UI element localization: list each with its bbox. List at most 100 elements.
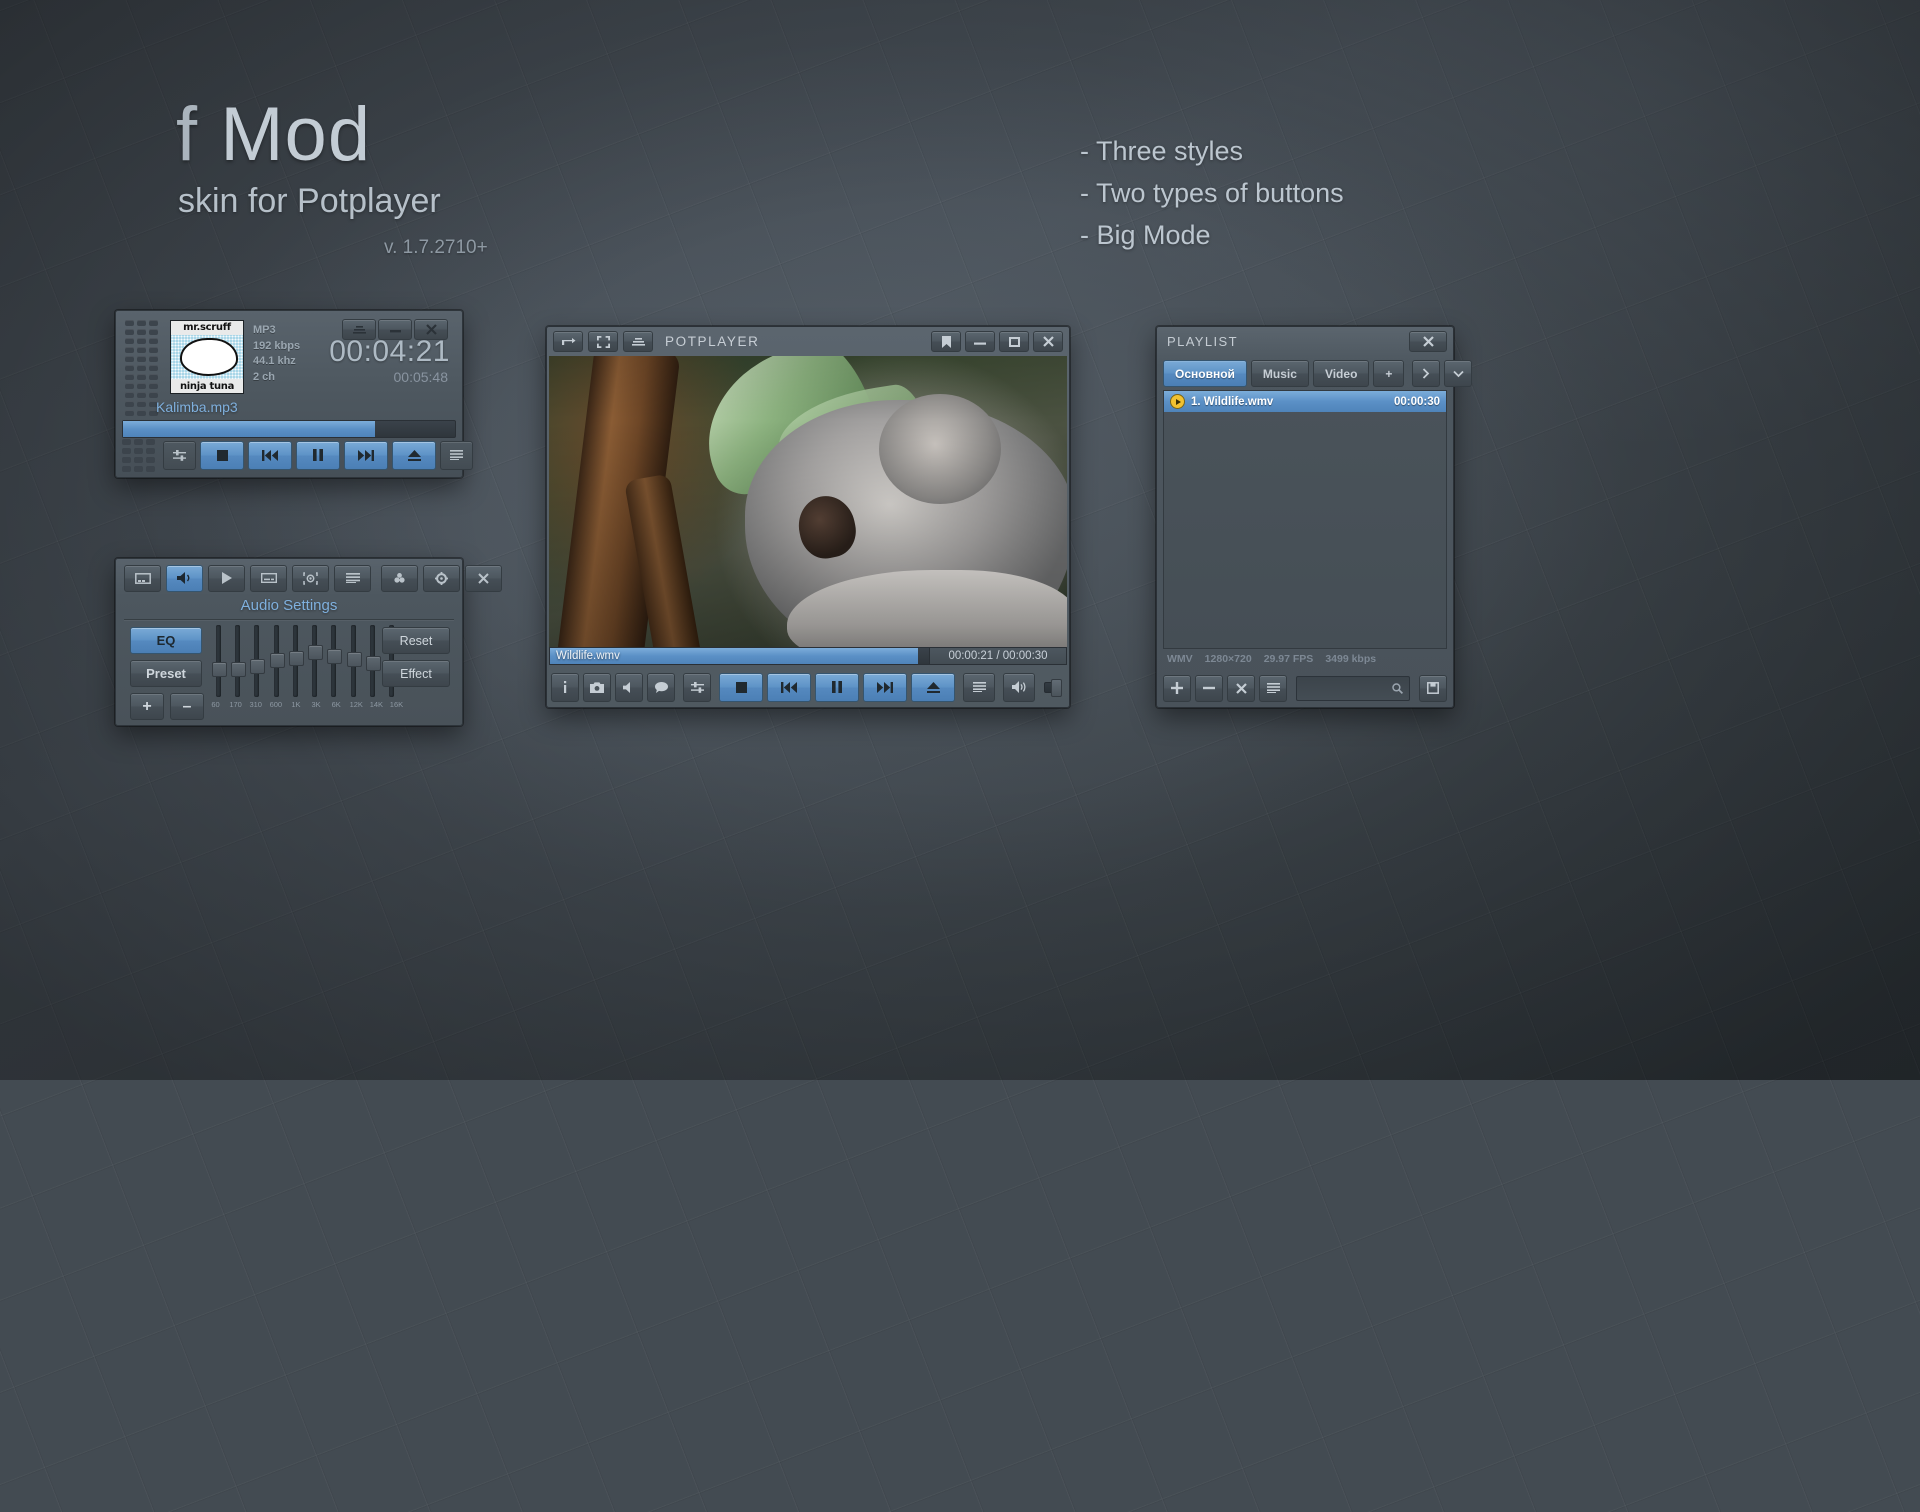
fullscreen-button[interactable] — [588, 331, 618, 352]
repeat-button[interactable] — [553, 331, 583, 352]
playlist-close-button[interactable] — [1409, 331, 1447, 352]
main-minimize-button[interactable] — [965, 331, 995, 352]
reset-button[interactable]: Reset — [382, 627, 450, 654]
audio-progress-bar[interactable] — [122, 420, 456, 438]
eq-slider-6K[interactable] — [327, 625, 340, 697]
minimize-icon — [974, 337, 986, 346]
main-playlist-button[interactable] — [623, 331, 653, 352]
playlist-tab-video[interactable]: Video — [1313, 360, 1369, 387]
eq-slider-1K[interactable] — [289, 625, 302, 697]
main-maximize-button[interactable] — [999, 331, 1029, 352]
color-settings-button[interactable] — [292, 565, 329, 592]
media-bitrate: 3499 kbps — [1325, 653, 1376, 665]
main-eject-button[interactable] — [911, 673, 955, 702]
playlist-add-button[interactable] — [1163, 675, 1191, 702]
close-icon — [1043, 336, 1054, 347]
stop-button[interactable] — [200, 441, 244, 470]
eq-slider-knob[interactable] — [347, 652, 362, 667]
info-button[interactable] — [551, 673, 579, 702]
playlist-search-input[interactable] — [1296, 676, 1410, 701]
playlist-save-button[interactable] — [1419, 675, 1447, 702]
album-art-album: ninja tuna — [171, 381, 243, 392]
playlist-options-button[interactable] — [1259, 675, 1287, 702]
eq-slider-knob[interactable] — [250, 659, 265, 674]
minimize-icon — [389, 325, 402, 334]
subtitle-settings-button[interactable] — [250, 565, 287, 592]
save-icon — [1427, 682, 1439, 694]
eq-slider-knob[interactable] — [308, 645, 323, 660]
playlist-remove-button[interactable] — [1195, 675, 1223, 702]
playlist-items[interactable]: 1. Wildlife.wmv 00:00:30 — [1163, 390, 1447, 649]
window-buttons — [931, 331, 1063, 352]
eq-slider-knob[interactable] — [270, 653, 285, 668]
eject-button[interactable] — [392, 441, 436, 470]
eq-slider-knob[interactable] — [289, 651, 304, 666]
eq-slider-knob[interactable] — [366, 656, 381, 671]
effect-button[interactable]: Effect — [382, 660, 450, 687]
eq-slider-knob[interactable] — [212, 662, 227, 677]
eq-increase-button[interactable]: + — [130, 693, 164, 720]
audio-track-button[interactable] — [615, 673, 643, 702]
snapshot-button[interactable] — [583, 673, 611, 702]
eq-slider-60[interactable] — [212, 625, 225, 697]
snapshot-icon — [590, 682, 604, 693]
playlist-menu-button[interactable] — [1444, 360, 1472, 387]
list-item[interactable]: 1. Wildlife.wmv 00:00:30 — [1164, 391, 1446, 412]
video-surface[interactable] — [549, 356, 1067, 647]
main-equalizer-button[interactable] — [683, 673, 711, 702]
playlist-tab-add[interactable]: + — [1373, 360, 1404, 387]
playback-settings-button[interactable] — [208, 565, 245, 592]
elapsed-time: 00:04:21 — [329, 335, 450, 369]
main-previous-button[interactable] — [767, 673, 811, 702]
eq-toggle-button[interactable]: EQ — [130, 627, 202, 654]
now-playing-icon — [1170, 394, 1185, 409]
eq-band-label: 1K — [286, 700, 305, 709]
audio-settings-window[interactable]: Audio Settings EQ Preset + – 60170310600… — [115, 558, 463, 726]
settings-close-button[interactable] — [465, 565, 502, 592]
eq-decrease-button[interactable]: – — [170, 693, 204, 720]
eq-slider-12K[interactable] — [347, 625, 360, 697]
playlist-window[interactable]: PLAYLIST Основной Music Video + 1. Wildl… — [1156, 326, 1454, 708]
bookmark-button[interactable] — [931, 331, 961, 352]
audio-player-window[interactable]: mr.scruff ninja tuna MP3 192 kbps 44.1 k… — [115, 310, 463, 478]
eject-icon — [408, 450, 421, 461]
video-settings-button[interactable] — [124, 565, 161, 592]
eq-slider-170[interactable] — [231, 625, 244, 697]
comment-button[interactable] — [647, 673, 675, 702]
clear-icon — [1236, 683, 1247, 694]
main-pause-button[interactable] — [815, 673, 859, 702]
playlist-tab-main[interactable]: Основной — [1163, 360, 1247, 387]
playlist-toolbar — [1163, 675, 1447, 701]
audio-settings-button[interactable] — [166, 565, 203, 592]
next-button[interactable] — [344, 441, 388, 470]
eq-slider-600[interactable] — [270, 625, 283, 697]
playlist-clear-button[interactable] — [1227, 675, 1255, 702]
main-progress-bar[interactable]: Wildlife.wmv — [549, 647, 930, 665]
volume-slider[interactable] — [1044, 682, 1062, 693]
playlist-tab-music[interactable]: Music — [1251, 360, 1309, 387]
main-stop-button[interactable] — [719, 673, 763, 702]
main-list-button[interactable] — [963, 673, 995, 702]
pause-button[interactable] — [296, 441, 340, 470]
main-close-button[interactable] — [1033, 331, 1063, 352]
volume-button[interactable] — [1003, 673, 1035, 702]
audio-icon — [623, 682, 636, 693]
main-next-button[interactable] — [863, 673, 907, 702]
main-player-window[interactable]: POTPLAYER — [546, 326, 1070, 708]
playlist-icon — [632, 337, 645, 346]
preset-button[interactable]: Preset — [130, 660, 202, 687]
previous-button[interactable] — [248, 441, 292, 470]
eq-slider-14K[interactable] — [366, 625, 379, 697]
playlist-next-tab-button[interactable] — [1412, 360, 1440, 387]
eq-slider-310[interactable] — [250, 625, 263, 697]
volume-knob[interactable] — [1051, 679, 1062, 697]
preferences-button[interactable] — [423, 565, 460, 592]
eject-icon — [927, 682, 940, 693]
list-button[interactable] — [440, 441, 473, 470]
skin-button[interactable] — [381, 565, 418, 592]
eq-slider-3K[interactable] — [308, 625, 321, 697]
equalizer-button[interactable] — [163, 441, 196, 470]
eq-slider-knob[interactable] — [327, 649, 342, 664]
eq-slider-knob[interactable] — [231, 662, 246, 677]
list-settings-button[interactable] — [334, 565, 371, 592]
